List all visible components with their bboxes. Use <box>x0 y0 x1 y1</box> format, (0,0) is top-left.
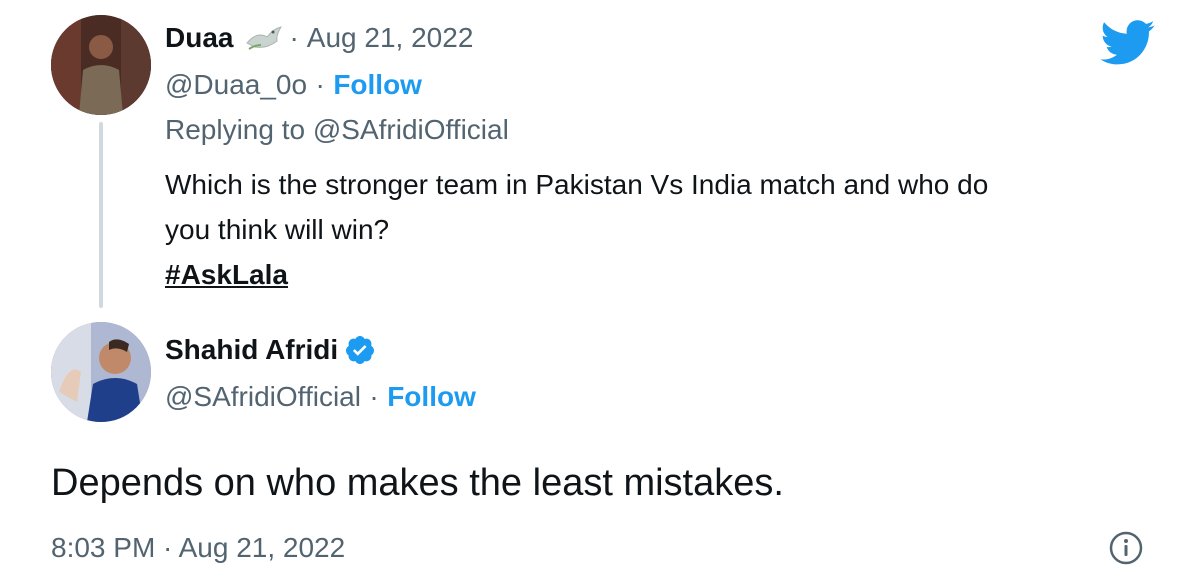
main-tweet-text: Depends on who makes the least mistakes. <box>51 462 784 504</box>
info-icon[interactable] <box>1108 530 1144 566</box>
avatar-duaa[interactable] <box>51 15 151 115</box>
reply-tweet-text-line1: Which is the stronger team in Pakistan V… <box>165 169 989 200</box>
tweet-timestamp[interactable]: 8:03 PM · Aug 21, 2022 <box>51 532 345 564</box>
main-header-line1: Shahid Afridi <box>165 334 376 366</box>
reply-tweet-text-line2: you think will win? <box>165 214 390 245</box>
replying-to-text: Replying to @SAfridiOfficial <box>165 114 509 145</box>
separator-dot: · <box>289 22 299 53</box>
author-name-duaa[interactable]: Duaa <box>165 22 233 54</box>
hashtag-link[interactable]: #AskLala <box>165 259 288 290</box>
handle-afridi[interactable]: @SAfridiOfficial <box>165 381 361 412</box>
avatar-shahid-afridi[interactable] <box>51 322 151 422</box>
handle-duaa[interactable]: @Duaa_0o <box>165 69 307 100</box>
verified-badge-icon <box>344 334 376 366</box>
reply-header-line2: @Duaa_0o · Follow <box>165 69 422 101</box>
follow-button-duaa[interactable]: Follow <box>333 69 422 100</box>
separator-dot: · <box>369 381 379 412</box>
reply-tweet-body: Which is the stronger team in Pakistan V… <box>165 162 1165 297</box>
dove-emoji-icon <box>243 23 283 53</box>
follow-button-afridi[interactable]: Follow <box>387 381 476 412</box>
tweet-date[interactable]: Aug 21, 2022 <box>307 22 474 54</box>
main-header-line2: @SAfridiOfficial · Follow <box>165 381 476 413</box>
thread-connector-line <box>99 122 103 308</box>
author-name-afridi[interactable]: Shahid Afridi <box>165 334 338 366</box>
reply-header-line1: Duaa · Aug 21, 2022 <box>165 22 473 54</box>
twitter-logo-icon[interactable] <box>1100 20 1156 66</box>
separator-dot: · <box>315 69 325 100</box>
